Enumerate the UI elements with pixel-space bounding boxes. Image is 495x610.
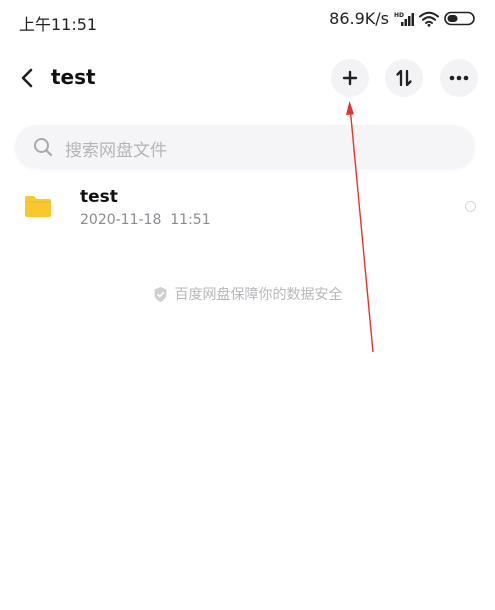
add-button[interactable]: [331, 59, 369, 97]
more-horizontal-icon: [449, 75, 469, 81]
status-bar: 上午11:51 86.9K/s HD: [0, 0, 495, 40]
signal-icon: HD: [394, 12, 414, 26]
select-radio[interactable]: [465, 201, 476, 212]
folder-icon: [25, 196, 51, 217]
search-placeholder: 搜索网盘文件: [65, 141, 167, 161]
status-right-group: 86.9K/s HD: [329, 9, 475, 28]
security-notice-text: 百度网盘保障你的数据安全: [174, 287, 343, 303]
sort-button[interactable]: [385, 59, 423, 97]
plus-icon: [342, 70, 358, 86]
battery-icon: [444, 11, 475, 26]
list-item[interactable]: test 2020-11-18 11:51: [0, 180, 495, 240]
security-notice: 百度网盘保障你的数据安全: [0, 284, 495, 304]
file-date: 2020-11-18 11:51: [80, 212, 211, 228]
more-button[interactable]: [440, 59, 478, 97]
search-input[interactable]: 搜索网盘文件: [15, 125, 475, 169]
chevron-left-icon: [21, 68, 33, 88]
file-name: test: [80, 187, 118, 207]
page-title: test: [51, 65, 96, 89]
sort-icon: [396, 69, 412, 87]
wifi-icon: [419, 11, 439, 27]
shield-icon: [154, 286, 166, 302]
search-icon: [34, 138, 53, 157]
network-speed: 86.9K/s: [329, 9, 389, 28]
svg-text:HD: HD: [394, 12, 404, 19]
back-button[interactable]: [14, 63, 40, 93]
header-bar: test: [0, 55, 495, 101]
status-time: 上午11:51: [19, 15, 98, 34]
